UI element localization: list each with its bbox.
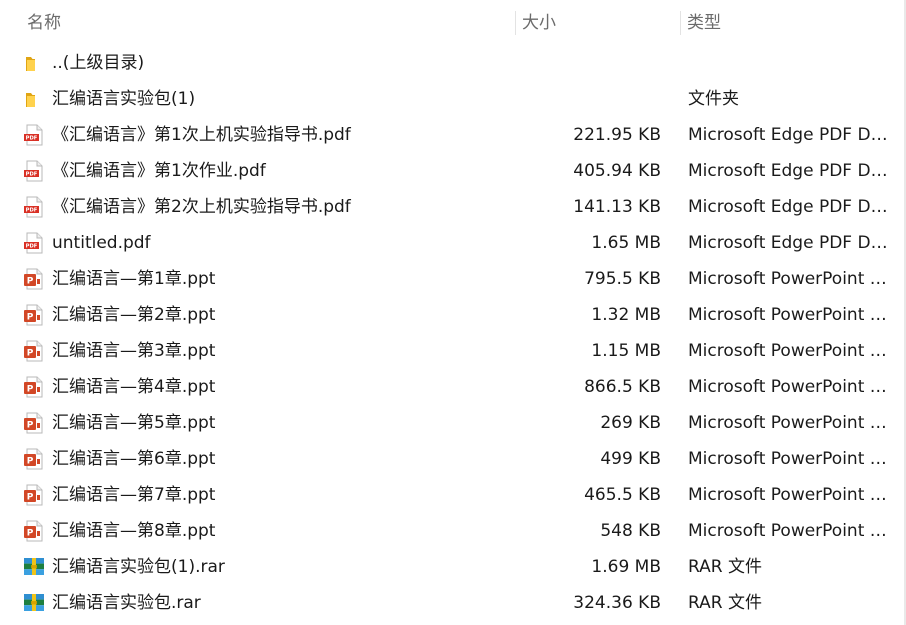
ppt-icon: P: [22, 411, 46, 435]
file-name: 汇编语言—第7章.ppt: [52, 485, 216, 505]
file-name: ..(上级目录): [52, 53, 145, 73]
svg-text:P: P: [27, 385, 34, 395]
file-row[interactable]: P 汇编语言—第8章.ppt 548 KB Microsoft PowerPoint …: [0, 513, 906, 549]
file-name: 汇编语言—第8章.ppt: [52, 521, 216, 541]
file-type: Microsoft Edge PDF Document: [688, 161, 888, 181]
file-name: 汇编语言—第1章.ppt: [52, 269, 216, 289]
folder-icon: [22, 87, 46, 111]
svg-text:P: P: [27, 457, 34, 467]
file-type: Microsoft Edge PDF Document: [688, 197, 888, 217]
file-name: 汇编语言—第4章.ppt: [52, 377, 216, 397]
file-type: Microsoft PowerPoint 97-2003 Presentatio…: [688, 269, 888, 289]
file-size: 795.5 KB: [584, 269, 661, 289]
file-name: 《汇编语言》第2次上机实验指导书.pdf: [52, 197, 351, 217]
file-size: 465.5 KB: [584, 485, 661, 505]
column-divider[interactable]: [680, 11, 681, 35]
file-type: Microsoft Edge PDF Document: [688, 125, 888, 145]
ppt-icon: P: [22, 483, 46, 507]
file-row[interactable]: 汇编语言实验包(1).rar 1.69 MB RAR 文件: [0, 549, 906, 585]
svg-text:PDF: PDF: [26, 172, 38, 178]
file-name: 汇编语言实验包.rar: [52, 593, 201, 613]
file-name: 汇编语言实验包(1): [52, 89, 196, 109]
file-size: 1.15 MB: [591, 341, 661, 361]
file-size: 269 KB: [600, 413, 661, 433]
svg-text:P: P: [27, 349, 34, 359]
file-name: 汇编语言—第2章.ppt: [52, 305, 216, 325]
file-name: 汇编语言—第6章.ppt: [52, 449, 216, 469]
rar-icon: [22, 555, 46, 579]
file-row[interactable]: 汇编语言实验包(1) 文件夹: [0, 81, 906, 117]
ppt-icon: P: [22, 303, 46, 327]
ppt-icon: P: [22, 339, 46, 363]
file-type: Microsoft PowerPoint 97-2003 Presentatio…: [688, 449, 888, 469]
file-row[interactable]: P 汇编语言—第3章.ppt 1.15 MB Microsoft PowerPoint…: [0, 333, 906, 369]
file-size: 221.95 KB: [573, 125, 661, 145]
ppt-icon: P: [22, 267, 46, 291]
file-size: 405.94 KB: [573, 161, 661, 181]
column-header-name[interactable]: 名称: [27, 12, 61, 34]
file-type: Microsoft Edge PDF Document: [688, 233, 888, 253]
file-type: RAR 文件: [688, 557, 762, 577]
file-size: 499 KB: [600, 449, 661, 469]
svg-text:PDF: PDF: [26, 208, 38, 214]
file-type: Microsoft PowerPoint 97-2003 Presentatio…: [688, 485, 888, 505]
svg-text:P: P: [27, 313, 34, 323]
svg-text:P: P: [27, 277, 34, 287]
svg-text:PDF: PDF: [26, 244, 38, 250]
svg-text:P: P: [27, 421, 34, 431]
ppt-icon: P: [22, 447, 46, 471]
file-size: 1.69 MB: [591, 557, 661, 577]
file-size: 1.32 MB: [591, 305, 661, 325]
file-row[interactable]: P 汇编语言—第4章.ppt 866.5 KB Microsoft PowerPoin…: [0, 369, 906, 405]
file-name: 《汇编语言》第1次作业.pdf: [52, 161, 266, 181]
file-row[interactable]: PDF untitled.pdf 1.65 MB Microsoft Edge PDF…: [0, 225, 906, 261]
pdf-icon: PDF: [22, 195, 46, 219]
file-type: Microsoft PowerPoint 97-2003 Presentatio…: [688, 341, 888, 361]
column-divider[interactable]: [515, 11, 516, 35]
file-size: 141.13 KB: [573, 197, 661, 217]
file-row[interactable]: PDF 《汇编语言》第2次上机实验指导书.pdf 141.13 KB Microsof…: [0, 189, 906, 225]
file-row[interactable]: PDF 《汇编语言》第1次上机实验指导书.pdf 221.95 KB Microsof…: [0, 117, 906, 153]
svg-text:P: P: [27, 493, 34, 503]
file-size: 866.5 KB: [584, 377, 661, 397]
file-size: 324.36 KB: [573, 593, 661, 613]
file-row[interactable]: P 汇编语言—第6章.ppt 499 KB Microsoft PowerPoint …: [0, 441, 906, 477]
svg-text:PDF: PDF: [26, 136, 38, 142]
pdf-icon: PDF: [22, 159, 46, 183]
file-row[interactable]: 汇编语言实验包.rar 324.36 KB RAR 文件: [0, 585, 906, 621]
file-row[interactable]: P 汇编语言—第1章.ppt 795.5 KB Microsoft PowerPoin…: [0, 261, 906, 297]
column-header-type[interactable]: 类型: [687, 12, 721, 34]
rar-icon: [22, 591, 46, 615]
file-row[interactable]: P 汇编语言—第5章.ppt 269 KB Microsoft PowerPoint …: [0, 405, 906, 441]
file-name: 《汇编语言》第1次上机实验指导书.pdf: [52, 125, 351, 145]
file-row[interactable]: PDF 《汇编语言》第1次作业.pdf 405.94 KB Microsoft Edg…: [0, 153, 906, 189]
ppt-icon: P: [22, 375, 46, 399]
folder-icon: [22, 51, 46, 75]
file-type: Microsoft PowerPoint 97-2003 Presentatio…: [688, 413, 888, 433]
column-header: 名称 大小 类型: [0, 0, 906, 46]
file-type: RAR 文件: [688, 593, 762, 613]
file-row[interactable]: P 汇编语言—第7章.ppt 465.5 KB Microsoft PowerPoin…: [0, 477, 906, 513]
column-header-size[interactable]: 大小: [522, 12, 556, 34]
file-type: 文件夹: [688, 89, 739, 109]
pdf-icon: PDF: [22, 123, 46, 147]
svg-text:P: P: [27, 529, 34, 539]
file-size: 1.65 MB: [591, 233, 661, 253]
pdf-icon: PDF: [22, 231, 46, 255]
file-name: 汇编语言—第5章.ppt: [52, 413, 216, 433]
file-size: 548 KB: [600, 521, 661, 541]
file-type: Microsoft PowerPoint 97-2003 Presentatio…: [688, 377, 888, 397]
file-type: Microsoft PowerPoint 97-2003 Presentatio…: [688, 521, 888, 541]
ppt-icon: P: [22, 519, 46, 543]
file-name: untitled.pdf: [52, 233, 151, 253]
file-name: 汇编语言—第3章.ppt: [52, 341, 216, 361]
file-row[interactable]: ..(上级目录): [0, 45, 906, 81]
file-name: 汇编语言实验包(1).rar: [52, 557, 225, 577]
file-type: Microsoft PowerPoint 97-2003 Presentatio…: [688, 305, 888, 325]
file-row[interactable]: P 汇编语言—第2章.ppt 1.32 MB Microsoft PowerPoint…: [0, 297, 906, 333]
